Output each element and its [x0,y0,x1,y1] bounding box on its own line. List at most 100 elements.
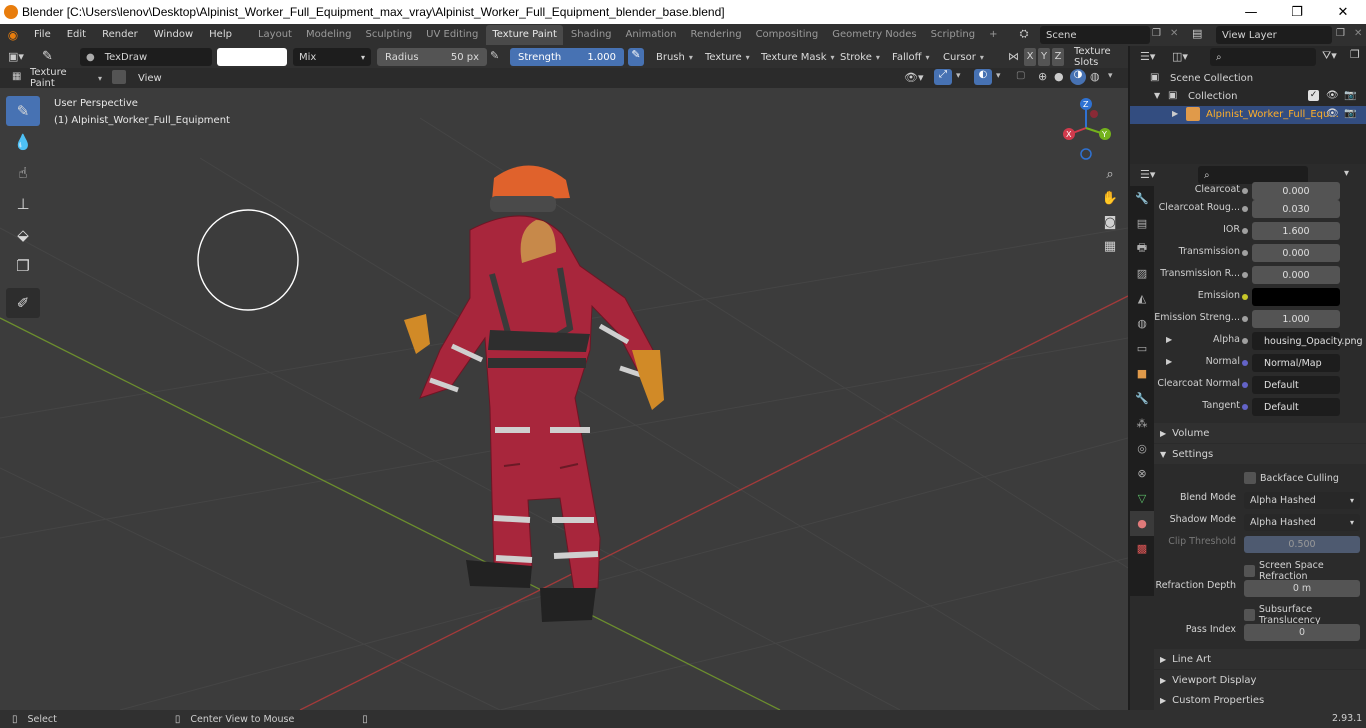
tab-rendering[interactable]: Rendering [684,25,747,45]
overlays-toggle-icon[interactable]: ◐ [974,69,992,85]
expand-arrow-icon[interactable]: ▶ [1172,109,1178,118]
subsurface-translucency-checkbox[interactable]: Subsurface Translucency [1244,604,1366,626]
outliner-row-scene-collection[interactable]: ▣ Scene Collection [1130,70,1366,88]
prop-link-field[interactable]: Default [1252,376,1340,394]
maximize-button[interactable]: ❐ [1274,0,1320,24]
tab-compositing[interactable]: Compositing [750,25,825,45]
socket-dot-icon[interactable] [1242,404,1248,410]
view-object-types-icon[interactable]: 👁▾ [904,71,924,84]
prop-value-field[interactable]: 0.030 [1252,200,1340,218]
texture-slots-menu[interactable]: Texture Slots [1070,46,1128,68]
strength-pressure-icon[interactable]: ✎ [628,48,644,66]
display-mode-icon[interactable]: ◫▾ [1172,50,1188,63]
outliner-search-input[interactable]: ⌕ [1210,48,1316,66]
brush-color-swatch[interactable] [217,48,287,66]
view-layer-new-icon[interactable]: ❐ [1336,28,1345,39]
3d-viewport[interactable]: User Perspective (1) Alpinist_Worker_Ful… [0,88,1128,710]
brush-fake-user-icon[interactable]: ● [86,52,95,63]
menu-window[interactable]: Window [146,24,201,46]
tab-geometry-nodes[interactable]: Geometry Nodes [826,25,922,45]
line-art-panel-header[interactable]: ▶ Line Art [1154,649,1366,669]
chevron-down-icon[interactable]: ▾ [996,71,1001,81]
prop-value-field[interactable]: 1.600 [1252,222,1340,240]
refraction-depth-field[interactable]: 0 m [1244,580,1360,597]
outliner-row-collection[interactable]: ▼ ▣ Collection ✓ 👁 📷 [1130,88,1366,106]
fill-tool-icon[interactable]: ⬙ [6,220,40,250]
strength-slider[interactable]: Strength 1.000 [510,48,624,66]
camera-icon[interactable]: 📷 [1344,90,1356,101]
cursor-menu[interactable]: Cursor ▾ [939,48,988,66]
prop-value-field[interactable]: 0.000 [1252,266,1340,284]
material-preview-shading-icon[interactable]: ◑ [1070,69,1086,85]
socket-dot-icon[interactable] [1242,228,1248,234]
symmetry-icon[interactable]: ⋈ [1008,50,1019,63]
prop-link-field[interactable]: housing_Opacity.png [1252,332,1363,350]
output-tab-icon[interactable]: 🖶 [1130,236,1154,261]
backface-culling-checkbox[interactable]: Backface Culling [1244,472,1339,484]
settings-panel-header[interactable]: ▼ Settings [1154,444,1366,464]
texture-tab-icon[interactable]: ▩ [1130,536,1154,561]
prop-link-field[interactable]: Default [1252,398,1340,416]
object-tab-icon[interactable]: ■ [1130,361,1154,386]
tab-sculpting[interactable]: Sculpting [359,25,418,45]
shadow-mode-select[interactable]: Alpha Hashed ▾ [1244,514,1360,531]
volume-panel-header[interactable]: ▶ Volume [1154,423,1366,443]
scene-name-field[interactable]: Scene [1040,26,1150,44]
pan-hand-icon[interactable]: ✋ [1098,186,1122,210]
chevron-down-icon[interactable]: ▾ [1344,168,1349,179]
annotate-tool-icon[interactable]: ✐ [6,288,40,318]
radius-pressure-icon[interactable]: ✎ [490,49,499,62]
rendered-shading-icon[interactable]: ◍ [1090,70,1100,83]
scene-icon[interactable]: ⛭ [1016,27,1032,43]
stroke-menu[interactable]: Stroke ▾ [836,48,884,66]
clone-tool-icon[interactable]: ⊥ [6,189,40,219]
filter-icon[interactable]: ⛛▾ [1322,49,1337,63]
brush-icon[interactable]: ✎ [42,49,53,64]
menu-file[interactable]: File [26,24,59,46]
mirror-z-toggle[interactable]: Z [1052,48,1064,66]
ortho-grid-icon[interactable]: ▦ [1098,234,1122,258]
camera-icon[interactable]: 📷 [1344,108,1356,119]
xray-toggle-icon[interactable]: ▢ [1016,70,1025,81]
camera-view-icon[interactable]: ◙ [1098,210,1122,234]
view-layer-icon[interactable]: ▤ [1192,27,1202,40]
view-layer-tab-icon[interactable]: ▨ [1130,261,1154,286]
chevron-down-icon[interactable]: ▾ [956,71,961,81]
tab-modeling[interactable]: Modeling [300,25,358,45]
brush-menu[interactable]: Brush ▾ [652,48,697,66]
socket-dot-icon[interactable] [1242,250,1248,256]
expand-arrow-icon[interactable]: ▶ [1166,335,1172,344]
data-tab-icon[interactable]: ▽ [1130,486,1154,511]
scene-new-icon[interactable]: ❐ [1152,28,1161,39]
tool-tab-icon[interactable]: 🔧 [1130,186,1154,211]
menu-edit[interactable]: Edit [59,24,94,46]
tab-animation[interactable]: Animation [620,25,683,45]
add-workspace-button[interactable]: + [983,25,1003,45]
expand-arrow-icon[interactable]: ▼ [1154,91,1160,100]
radius-slider[interactable]: Radius 50 px [377,48,487,66]
blend-mode-select[interactable]: Alpha Hashed ▾ [1244,492,1360,509]
eye-icon[interactable]: 👁 [1326,90,1339,101]
blender-menu-icon[interactable]: ◉ [0,28,26,42]
alpinist-worker-model[interactable] [404,165,664,622]
render-tab-icon[interactable]: ▤ [1130,211,1154,236]
socket-dot-icon[interactable] [1242,206,1248,212]
texture-menu[interactable]: Texture ▾ [701,48,754,66]
gizmo-neg-z-axis[interactable] [1080,148,1092,160]
world-tab-icon[interactable]: ◍ [1130,311,1154,336]
smear-tool-icon[interactable]: ☝ [6,158,40,188]
viewport-canvas[interactable] [0,88,1128,710]
blend-mode-dropdown[interactable]: Mix ▾ [293,48,371,66]
navigation-gizmo[interactable]: Z X Y [1058,96,1118,162]
draw-tool-icon[interactable]: ✎ [6,96,40,126]
editor-type-icon[interactable]: ▣▾ [8,50,24,63]
gizmo-neg-axis[interactable] [1090,110,1098,118]
soften-tool-icon[interactable]: 💧 [6,127,40,157]
outliner-row-object[interactable]: ▶ Alpinist_Worker_Full_Equ... 👁 📷 [1130,106,1366,124]
prop-link-field[interactable]: Normal/Map [1252,354,1340,372]
chevron-down-icon[interactable]: ▾ [1108,71,1113,81]
tab-scripting[interactable]: Scripting [925,25,981,45]
tab-layout[interactable]: Layout [252,25,298,45]
menu-render[interactable]: Render [94,24,146,46]
mirror-x-toggle[interactable]: X [1024,48,1036,66]
